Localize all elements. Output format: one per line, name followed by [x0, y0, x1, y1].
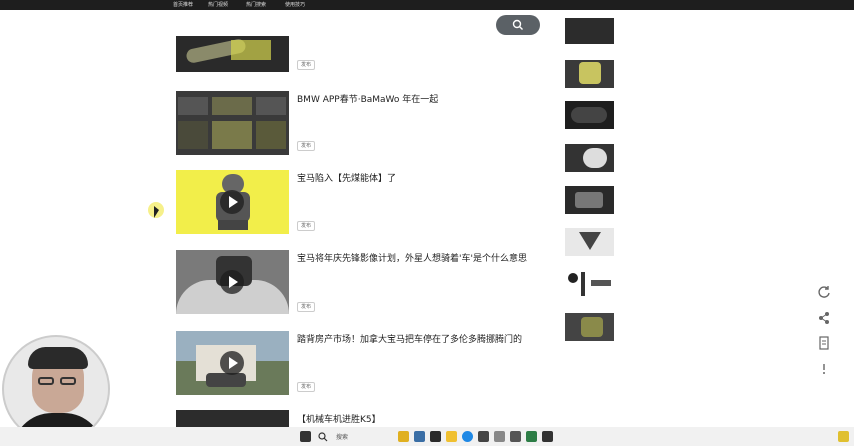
- sidebar-thumbnail[interactable]: [565, 18, 614, 44]
- feed-title[interactable]: 宝马陷入【先煤能体】了: [297, 171, 396, 184]
- sidebar-thumbnail[interactable]: [565, 313, 614, 341]
- play-icon[interactable]: [220, 270, 244, 294]
- publish-chip[interactable]: 发布: [297, 141, 315, 151]
- sidebar-video[interactable]: [565, 270, 695, 298]
- feed-title[interactable]: 【机械车机进胜K5】: [297, 412, 381, 425]
- taskbar-search-box[interactable]: 搜索: [336, 432, 348, 441]
- publish-chip[interactable]: 发布: [297, 221, 315, 231]
- video-thumbnail[interactable]: [176, 36, 289, 72]
- sidebar-video[interactable]: [565, 144, 695, 172]
- video-thumbnail[interactable]: [176, 331, 289, 395]
- refresh-icon[interactable]: [816, 284, 832, 300]
- sidebar-thumbnail[interactable]: [565, 144, 614, 172]
- video-thumbnail[interactable]: [176, 250, 289, 314]
- sidebar-thumbnail[interactable]: [565, 60, 614, 88]
- taskbar: 搜索: [0, 427, 854, 446]
- feed-item[interactable]: 【机械车机进胜K5】: [176, 410, 536, 427]
- app-icon[interactable]: [494, 431, 505, 442]
- video-thumbnail[interactable]: [176, 410, 289, 427]
- sidebar-thumbnail[interactable]: [565, 228, 614, 256]
- sidebar-video[interactable]: [565, 18, 695, 46]
- publish-chip[interactable]: 发布: [297, 382, 315, 392]
- browser-icon[interactable]: [462, 431, 473, 442]
- sidebar-video[interactable]: [565, 228, 695, 256]
- play-icon[interactable]: [220, 190, 244, 214]
- feed-item[interactable]: 发布: [176, 36, 536, 76]
- taskbar-search-icon[interactable]: [318, 432, 328, 442]
- app-icon[interactable]: [414, 431, 425, 442]
- mouse-cursor: [148, 202, 164, 218]
- nav-item-tips[interactable]: 使用技巧: [285, 1, 305, 8]
- feed-title[interactable]: 宝马将年庆先锋影像计划，外星人想骑着'车'是个什么意思: [297, 251, 527, 264]
- feed-item[interactable]: 踏背房产市场！加拿大宝马把车停在了多伦多腾挪腾门的 发布: [176, 331, 536, 397]
- notification-icon[interactable]: [838, 431, 849, 442]
- feed-item[interactable]: BMW APP春节·BaMaWo 年在一起 发布: [176, 91, 536, 157]
- video-thumbnail[interactable]: [176, 91, 289, 155]
- share-icon[interactable]: [816, 310, 832, 326]
- app-icon[interactable]: [526, 431, 537, 442]
- windows-start-icon[interactable]: [300, 431, 311, 442]
- video-thumbnail[interactable]: [176, 170, 289, 234]
- sidebar-video[interactable]: [565, 313, 695, 341]
- report-icon[interactable]: [816, 335, 832, 351]
- play-icon[interactable]: [220, 351, 244, 375]
- publish-chip[interactable]: 发布: [297, 302, 315, 312]
- search-button[interactable]: [496, 15, 540, 35]
- sidebar-video[interactable]: [565, 186, 695, 214]
- sidebar-thumbnail[interactable]: [565, 101, 614, 129]
- more-icon[interactable]: [816, 360, 832, 376]
- sidebar-video[interactable]: [565, 101, 695, 129]
- nav-item-hot-video[interactable]: 热门视频: [208, 1, 228, 8]
- folder-icon[interactable]: [446, 431, 457, 442]
- feed-title[interactable]: 踏背房产市场！加拿大宝马把车停在了多伦多腾挪腾门的: [297, 332, 522, 345]
- publish-chip[interactable]: 发布: [297, 60, 315, 70]
- nav-item-home[interactable]: 首页推荐: [173, 1, 193, 8]
- top-nav: 首页推荐 热门视频 热门搜索 使用技巧: [0, 0, 854, 10]
- search-bar: [260, 14, 540, 36]
- search-icon: [512, 19, 523, 30]
- app-icon[interactable]: [478, 431, 489, 442]
- sidebar-thumbnail[interactable]: [565, 186, 614, 214]
- feed-item[interactable]: 宝马将年庆先锋影像计划，外星人想骑着'车'是个什么意思 发布: [176, 250, 536, 316]
- app-icon[interactable]: [398, 431, 409, 442]
- feed-item[interactable]: 宝马陷入【先煤能体】了 发布: [176, 170, 536, 236]
- sidebar-video[interactable]: [565, 60, 695, 88]
- nav-item-hot-search[interactable]: 热门搜索: [246, 1, 266, 8]
- app-icon[interactable]: [510, 431, 521, 442]
- app-icon[interactable]: [430, 431, 441, 442]
- feed-title[interactable]: BMW APP春节·BaMaWo 年在一起: [297, 92, 438, 105]
- sidebar-thumbnail[interactable]: [565, 270, 614, 298]
- app-icon[interactable]: [542, 431, 553, 442]
- search-input[interactable]: [260, 18, 496, 34]
